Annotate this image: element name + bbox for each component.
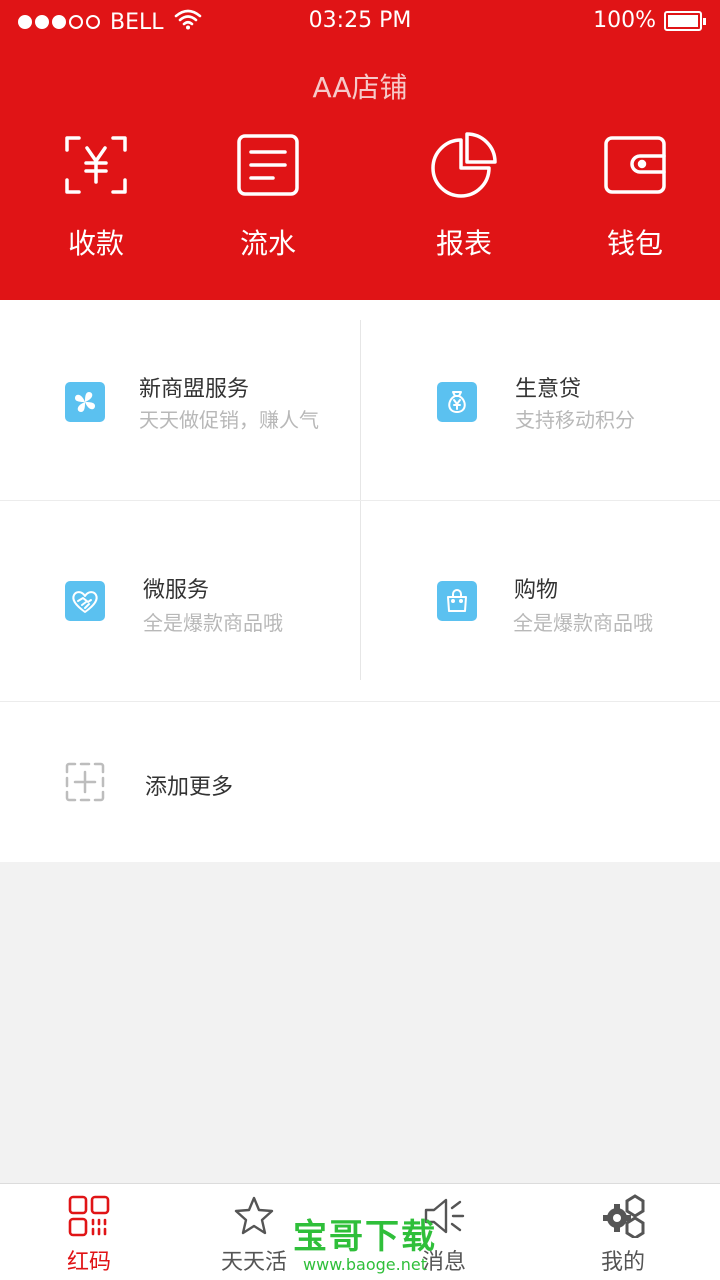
quick-action-label: 钱包 <box>606 227 663 260</box>
document-list-icon <box>233 130 303 200</box>
quick-action-wallet[interactable]: 钱包 <box>565 130 705 262</box>
add-box-icon <box>65 762 105 802</box>
quick-action-label: 报表 <box>435 227 492 260</box>
add-more-label: 添加更多 <box>145 775 234 800</box>
battery-icon <box>664 10 706 31</box>
pie-chart-icon <box>429 130 499 200</box>
tab-wode[interactable]: 我的 <box>563 1194 683 1276</box>
shop-name: AA店铺 <box>312 71 408 104</box>
header: BELL 03:25 PM 100% AA店铺 收款 流水 报表 钱包 <box>0 0 720 300</box>
service-tile-shengyidai[interactable]: 生意贷 支持移动积分 <box>360 300 720 500</box>
quick-action-collect[interactable]: 收款 <box>26 130 166 262</box>
tab-label: 我的 <box>600 1250 645 1275</box>
status-right: 100% <box>593 8 706 33</box>
tab-xiaoxi[interactable]: 消息 <box>384 1194 504 1276</box>
battery-percent: 100% <box>593 8 656 33</box>
service-title: 生意贷 <box>515 377 582 402</box>
star-icon <box>232 1194 276 1238</box>
service-subtitle: 支持移动积分 <box>515 408 635 432</box>
tab-label: 红码 <box>66 1250 111 1275</box>
service-tile-gouwu[interactable]: 购物 全是爆款商品哦 <box>360 501 720 701</box>
service-subtitle: 天天做促销，赚人气 <box>139 408 319 432</box>
service-title: 新商盟服务 <box>139 377 250 402</box>
quick-action-label: 收款 <box>67 227 124 260</box>
gears-icon <box>601 1194 645 1240</box>
pinwheel-icon <box>65 382 105 422</box>
quick-action-reports[interactable]: 报表 <box>394 130 534 262</box>
shopping-bag-icon <box>437 581 477 621</box>
tab-hongma[interactable]: 红码 <box>29 1194 149 1276</box>
tab-bar: 红码 天天活 消息 我的 <box>0 1183 720 1280</box>
status-bar: BELL 03:25 PM 100% <box>0 0 720 44</box>
service-subtitle: 全是爆款商品哦 <box>143 611 283 635</box>
heart-handshake-icon <box>65 581 105 621</box>
money-bag-icon <box>437 382 477 422</box>
add-more-button[interactable]: 添加更多 <box>0 702 720 862</box>
service-title: 购物 <box>514 578 559 603</box>
quick-action-transactions[interactable]: 流水 <box>198 130 338 262</box>
yuan-scan-icon <box>61 130 131 200</box>
quick-action-label: 流水 <box>239 227 296 260</box>
tab-label: 天天活 <box>220 1250 287 1275</box>
tab-tiantianhuo[interactable]: 天天活 <box>194 1194 314 1276</box>
wallet-icon <box>600 130 670 200</box>
service-subtitle: 全是爆款商品哦 <box>513 611 653 635</box>
megaphone-icon <box>422 1194 466 1238</box>
qr-code-icon <box>67 1194 111 1238</box>
service-tile-weifuwu[interactable]: 微服务 全是爆款商品哦 <box>0 501 360 701</box>
services-panel: 新商盟服务 天天做促销，赚人气 生意贷 支持移动积分 微服务 全是爆款商品哦 购… <box>0 300 720 862</box>
tab-label: 消息 <box>421 1250 466 1275</box>
service-tile-xinshangmeng[interactable]: 新商盟服务 天天做促销，赚人气 <box>0 300 360 500</box>
service-title: 微服务 <box>143 578 210 603</box>
